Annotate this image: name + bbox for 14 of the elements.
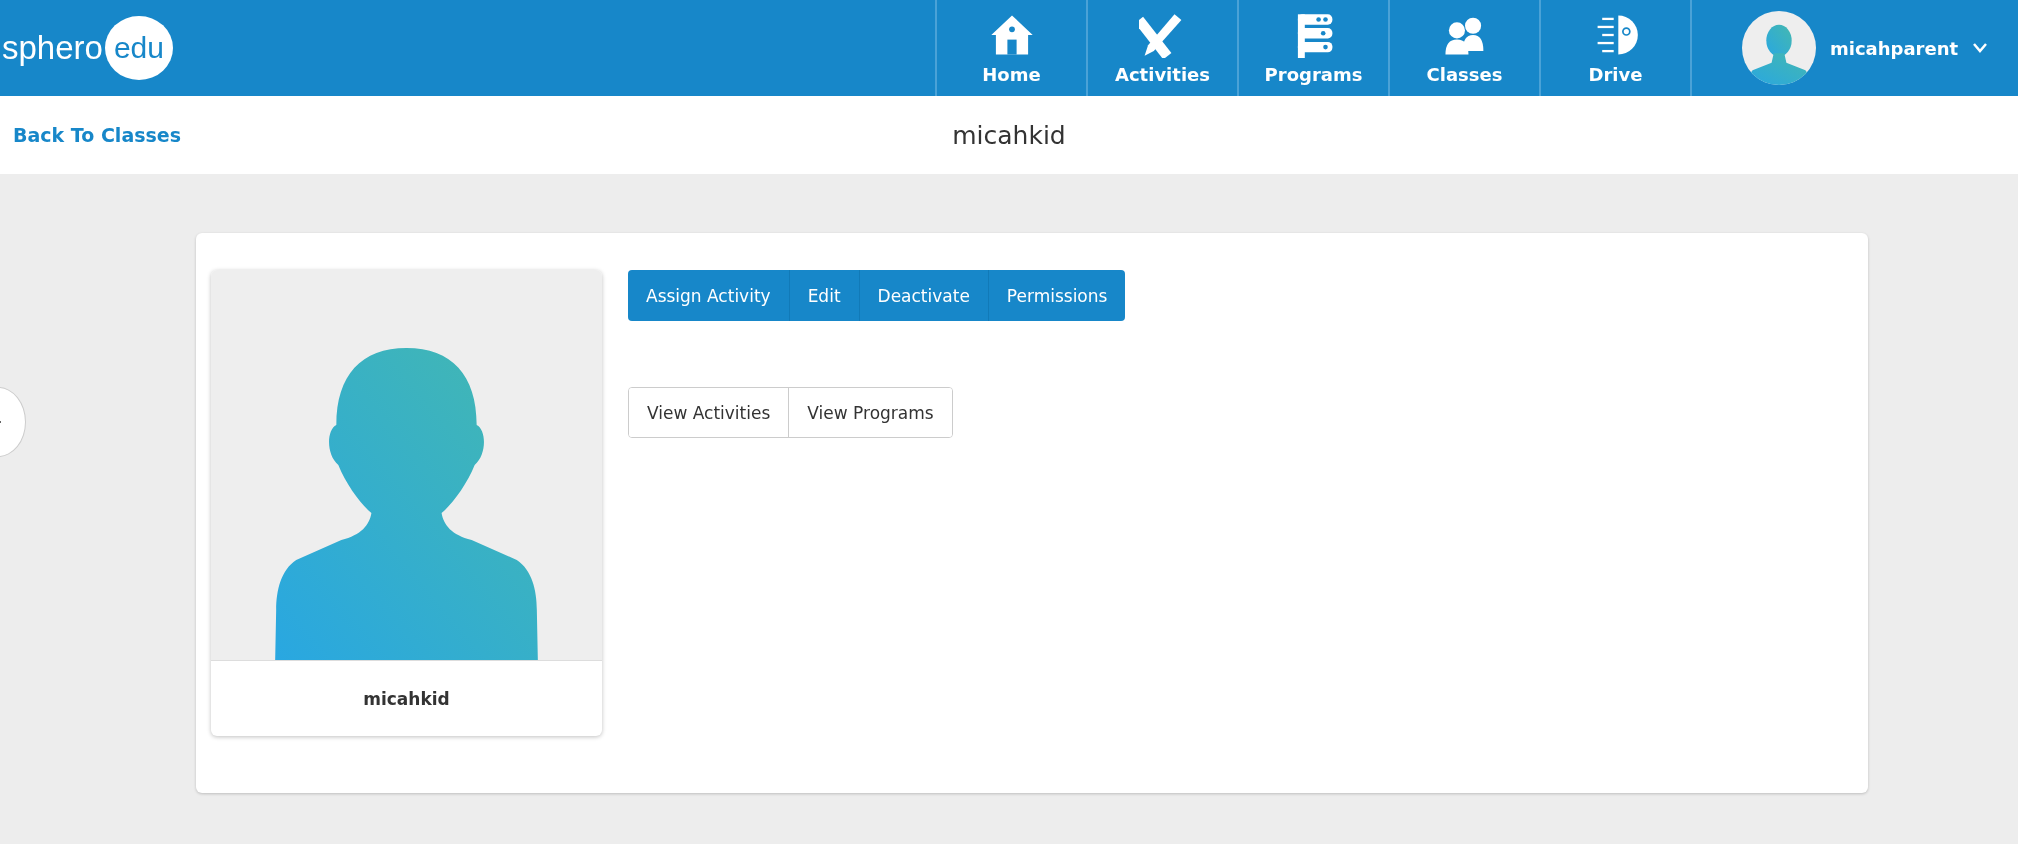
action-button[interactable]: Assign Activity	[628, 270, 789, 321]
logo[interactable]: sphero edu	[0, 0, 173, 96]
username[interactable]: micahparent	[1830, 37, 1959, 59]
page-title: micahkid	[952, 120, 1066, 150]
user-avatar[interactable]	[1742, 11, 1816, 85]
action-button[interactable]: Permissions	[987, 270, 1126, 321]
action-button[interactable]: Deactivate	[858, 270, 988, 321]
action-button[interactable]: Edit	[788, 270, 859, 321]
profile-name: micahkid	[211, 660, 602, 736]
view-tab[interactable]: View Programs	[788, 388, 952, 437]
caret-icon[interactable]	[1972, 42, 1989, 54]
logo-text: sphero	[2, 29, 103, 67]
back-link[interactable]: Back To Classes	[0, 124, 181, 146]
logo-badge: edu	[104, 16, 173, 80]
